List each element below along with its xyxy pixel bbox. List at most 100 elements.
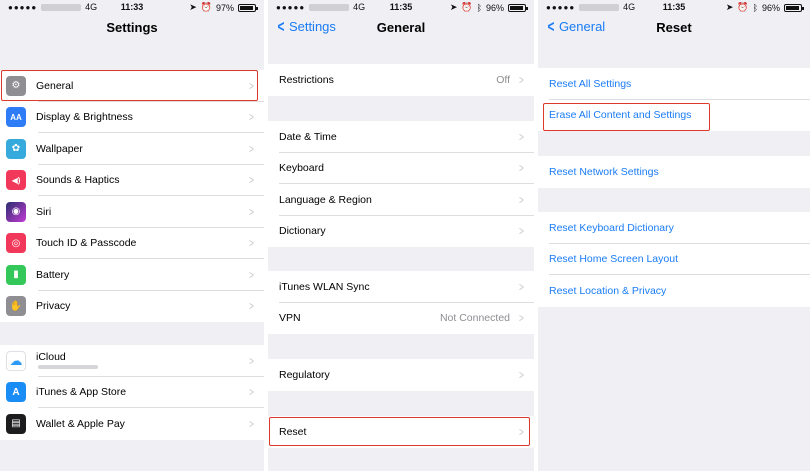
row-label: Reset xyxy=(279,425,307,438)
row-label: Reset Network Settings xyxy=(549,165,659,178)
battery-icon xyxy=(238,3,258,12)
settings-item-icloud[interactable]: ☁ iCloud > xyxy=(0,345,264,377)
bluetooth-icon: ᛒ xyxy=(752,2,758,13)
location-icon: ➤ xyxy=(725,2,734,12)
row-label: Wallpaper xyxy=(36,142,83,155)
general-item-dictionary[interactable]: Dictionary > xyxy=(268,216,534,248)
settings-item-battery[interactable]: ▮ Battery > xyxy=(0,259,264,291)
row-label: General xyxy=(36,79,74,92)
row-label: Keyboard xyxy=(279,162,324,175)
chevron-right-icon: > xyxy=(249,78,254,93)
general-item-regulatory[interactable]: Regulatory > xyxy=(268,359,534,391)
nav-bar: Settings xyxy=(0,14,264,44)
chevron-right-icon: > xyxy=(249,110,254,125)
settings-group-accounts: ☁ iCloud > A iTunes & App Store > ▤ Wall… xyxy=(0,345,264,440)
text-size-icon: AA xyxy=(6,107,26,128)
reset-location-privacy-button[interactable]: Reset Location & Privacy xyxy=(538,275,810,307)
row-label: Dictionary xyxy=(279,225,326,238)
general-item-language-region[interactable]: Language & Region > xyxy=(268,184,534,216)
chevron-right-icon: > xyxy=(519,129,524,144)
cloud-icon: ☁ xyxy=(6,350,26,371)
status-right: ➤ ⏰ ᛒ 96% xyxy=(725,2,804,13)
reset-group-primary: Reset All Settings Erase All Content and… xyxy=(538,68,810,131)
reset-network-settings-button[interactable]: Reset Network Settings xyxy=(538,156,810,188)
row-label: iTunes WLAN Sync xyxy=(279,280,370,293)
row-label: Wallet & Apple Pay xyxy=(36,417,125,430)
battery-icon xyxy=(784,3,804,12)
reset-screen: ●●●●● 4G 11:35 ➤ ⏰ ᛒ 96% < General Reset… xyxy=(534,0,810,471)
status-bar: ●●●●● 4G 11:35 ➤ ⏰ ᛒ 96% xyxy=(538,0,810,14)
settings-item-display-brightness[interactable]: AA Display & Brightness > xyxy=(0,102,264,133)
row-label: VPN xyxy=(279,312,301,325)
row-label: Reset Keyboard Dictionary xyxy=(549,221,674,234)
page-title: Reset xyxy=(656,20,692,35)
chevron-right-icon: > xyxy=(249,353,254,368)
general-item-itunes-wlan-sync[interactable]: iTunes WLAN Sync > xyxy=(268,271,534,303)
row-label: Reset Location & Privacy xyxy=(549,284,667,297)
row-label: Display & Brightness xyxy=(36,111,133,124)
alarm-icon: ⏰ xyxy=(461,2,473,12)
battery-percent: 96% xyxy=(485,2,504,13)
bluetooth-icon: ᛒ xyxy=(476,2,482,13)
general-item-reset[interactable]: Reset > xyxy=(268,416,534,448)
location-icon: ➤ xyxy=(449,2,458,12)
row-label: Battery xyxy=(36,268,70,281)
reset-all-settings-button[interactable]: Reset All Settings xyxy=(538,68,810,100)
alarm-icon: ⏰ xyxy=(200,2,212,12)
settings-item-privacy[interactable]: ✋ Privacy > xyxy=(0,291,264,323)
general-group-restrictions: Restrictions Off > xyxy=(268,64,534,96)
battery-percent: 96% xyxy=(761,2,780,13)
page-title: General xyxy=(376,20,426,35)
status-right: ➤ ⏰ ᛒ 96% xyxy=(449,2,528,13)
settings-item-itunes-app-store[interactable]: A iTunes & App Store > xyxy=(0,377,264,408)
row-label: Siri xyxy=(36,205,52,218)
row-value: Not Connected xyxy=(439,312,510,325)
general-item-date-time[interactable]: Date & Time > xyxy=(268,121,534,153)
row-label: Privacy xyxy=(36,300,71,313)
row-label: Language & Region xyxy=(279,193,372,206)
general-screen: ●●●●● 4G 11:35 ➤ ⏰ ᛒ 96% < Settings Gene… xyxy=(264,0,534,471)
siri-icon: ◉ xyxy=(6,201,26,222)
general-item-vpn[interactable]: VPN Not Connected > xyxy=(268,303,534,335)
general-item-keyboard[interactable]: Keyboard > xyxy=(268,153,534,184)
row-value: Off xyxy=(496,73,510,86)
reset-keyboard-dictionary-button[interactable]: Reset Keyboard Dictionary xyxy=(538,212,810,244)
general-item-restrictions[interactable]: Restrictions Off > xyxy=(268,64,534,96)
battery-icon xyxy=(508,3,528,12)
settings-item-touch-id-passcode[interactable]: ◎ Touch ID & Passcode > xyxy=(0,228,264,259)
chevron-right-icon: > xyxy=(249,416,254,431)
status-bar: ●●●●● 4G 11:33 ➤ ⏰ 97% xyxy=(0,0,264,14)
settings-item-siri[interactable]: ◉ Siri > xyxy=(0,196,264,228)
chevron-right-icon: > xyxy=(249,204,254,219)
erase-all-content-button[interactable]: Erase All Content and Settings xyxy=(538,100,810,132)
chevron-right-icon: > xyxy=(519,311,524,326)
settings-group-main: ⚙ General > AA Display & Brightness > ✿ … xyxy=(0,70,264,322)
reset-home-screen-layout-button[interactable]: Reset Home Screen Layout xyxy=(538,244,810,275)
settings-item-wallpaper[interactable]: ✿ Wallpaper > xyxy=(0,133,264,165)
reset-group-other: Reset Keyboard Dictionary Reset Home Scr… xyxy=(538,212,810,307)
battery-percent: 97% xyxy=(215,2,234,13)
gear-icon: ⚙ xyxy=(6,75,26,96)
row-label: Date & Time xyxy=(279,130,337,143)
general-group-datetime: Date & Time > Keyboard > Language & Regi… xyxy=(268,121,534,247)
hand-icon: ✋ xyxy=(6,296,26,317)
chevron-right-icon: > xyxy=(249,236,254,251)
chevron-right-icon: > xyxy=(249,267,254,282)
settings-item-general[interactable]: ⚙ General > xyxy=(0,70,264,102)
row-label: iTunes & App Store xyxy=(36,386,127,399)
settings-item-sounds-haptics[interactable]: ◀) Sounds & Haptics > xyxy=(0,165,264,196)
chevron-right-icon: > xyxy=(249,299,254,314)
status-bar: ●●●●● 4G 11:35 ➤ ⏰ ᛒ 96% xyxy=(268,0,534,14)
chevron-right-icon: > xyxy=(249,385,254,400)
row-label: Sounds & Haptics xyxy=(36,174,120,187)
fingerprint-icon: ◎ xyxy=(6,233,26,254)
row-label: Restrictions xyxy=(279,73,334,86)
settings-item-wallet-apple-pay[interactable]: ▤ Wallet & Apple Pay > xyxy=(0,408,264,440)
chevron-right-icon: > xyxy=(519,224,524,239)
row-label: Erase All Content and Settings xyxy=(549,109,692,122)
row-label: Reset Home Screen Layout xyxy=(549,253,678,266)
reset-group-network: Reset Network Settings xyxy=(538,156,810,188)
location-icon: ➤ xyxy=(189,2,197,12)
chevron-right-icon: > xyxy=(249,141,254,156)
chevron-right-icon: > xyxy=(519,72,524,87)
